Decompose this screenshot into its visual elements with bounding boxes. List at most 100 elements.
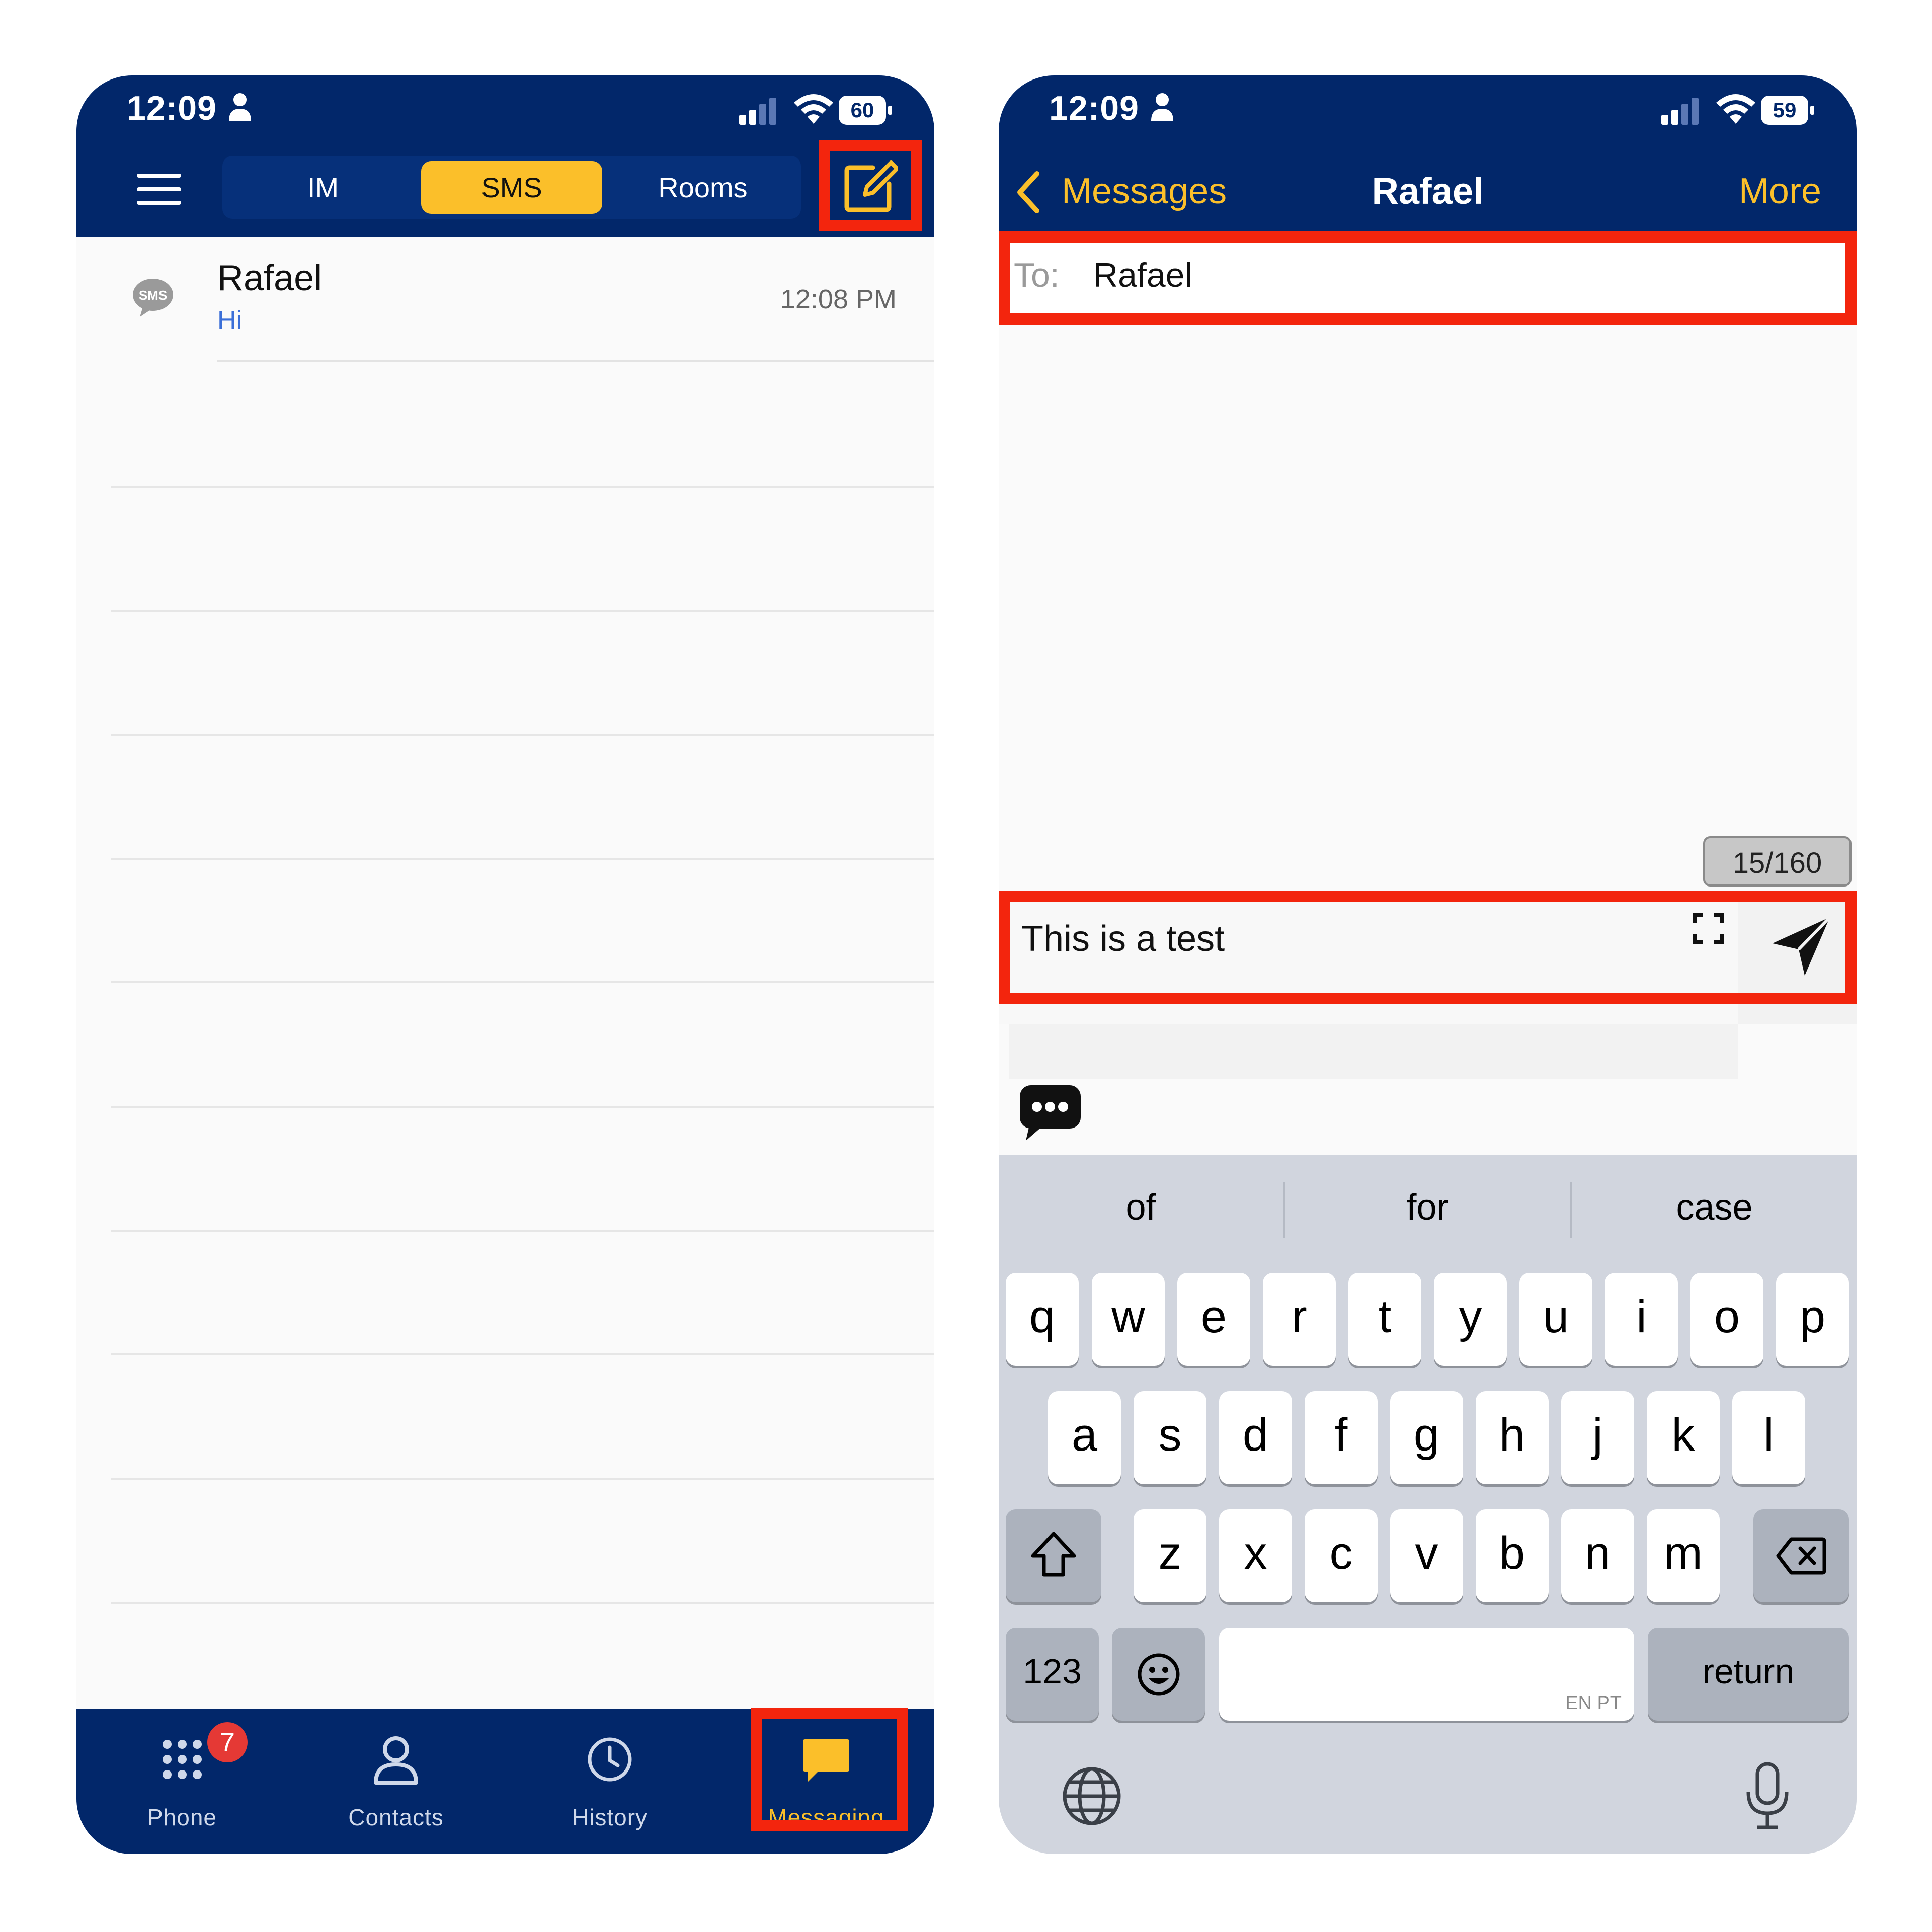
quick-replies-icon[interactable] [1019,1084,1082,1142]
emoji-key[interactable] [1112,1628,1205,1721]
key-b[interactable]: b [1476,1509,1549,1602]
conversation-list: SMS Rafael Hi 12:08 PM [76,237,934,439]
tab-im[interactable]: IM [232,161,414,214]
globe-icon[interactable] [1062,1766,1122,1826]
key-d[interactable]: d [1219,1391,1292,1484]
person-icon [1151,93,1173,121]
status-bar: 12:09 60 [76,75,934,141]
key-l[interactable]: l [1732,1391,1805,1484]
status-time: 12:09 [1049,89,1139,127]
battery-level: 60 [850,98,874,122]
input-padding [1009,1024,1738,1079]
row-divider [217,360,934,362]
row-divider [111,1602,934,1604]
conversation-item[interactable]: SMS Rafael Hi 12:08 PM [76,237,934,361]
key-r[interactable]: r [1263,1273,1336,1366]
key-z[interactable]: z [1134,1509,1206,1602]
key-y[interactable]: y [1434,1273,1507,1366]
shift-key[interactable] [1006,1509,1101,1602]
key-n[interactable]: n [1561,1509,1634,1602]
more-button[interactable]: More [1739,164,1821,219]
key-v[interactable]: v [1390,1509,1463,1602]
key-j[interactable]: j [1561,1391,1634,1484]
row-divider [111,1230,934,1232]
battery-indicator: 59 [1761,96,1816,125]
row-divider [111,981,934,983]
key-m[interactable]: m [1647,1509,1720,1602]
messaging-tab-highlight [751,1708,908,1831]
key-s[interactable]: s [1134,1391,1206,1484]
numbers-key[interactable]: 123 [1006,1628,1099,1721]
wifi-icon [1716,94,1755,124]
row-divider [111,1353,934,1355]
suggestion-divider [1570,1182,1572,1238]
key-c[interactable]: c [1305,1509,1378,1602]
compose-highlight [819,140,922,231]
key-p[interactable]: p [1776,1273,1849,1366]
row-divider [111,1106,934,1108]
tab-phone[interactable]: 7 Phone [107,1719,258,1850]
cellular-signal-icon [739,98,776,125]
key-w[interactable]: w [1092,1273,1165,1366]
suggestion-1[interactable]: of [999,1155,1283,1260]
row-divider [111,858,934,860]
backspace-key[interactable] [1753,1509,1849,1602]
wifi-icon [794,94,833,124]
key-e[interactable]: e [1177,1273,1250,1366]
row-divider [111,486,934,488]
row-divider [111,610,934,612]
person-icon [229,93,251,121]
chat-header: 12:09 59 Messages Rafael More [999,75,1857,231]
row-divider [111,1478,934,1480]
dialpad-icon [163,1740,202,1779]
return-key[interactable]: return [1648,1628,1849,1721]
status-time: 12:09 [127,89,217,127]
on-screen-keyboard: of for case q w e r t y u i o p a s d f … [999,1155,1857,1854]
shift-arrow-icon [1031,1532,1076,1577]
sms-badge-text: SMS [139,288,167,303]
key-f[interactable]: f [1305,1391,1378,1484]
tab-label: Phone [147,1804,217,1830]
new-sms-screen: 12:09 59 Messages Rafael More To: Rafael… [999,75,1857,1854]
page-title: Rafael [1372,170,1484,212]
hamburger-menu-icon[interactable] [137,174,181,205]
conversation-name: Rafael [217,258,323,298]
character-counter: 15/160 [1703,836,1852,887]
key-a[interactable]: a [1048,1391,1121,1484]
row-divider [111,734,934,736]
suggestion-divider [1283,1182,1285,1238]
key-g[interactable]: g [1390,1391,1463,1484]
suggestion-2[interactable]: for [1285,1155,1570,1260]
clock-icon [588,1737,632,1782]
status-bar: 12:09 59 [999,75,1857,141]
tab-sms[interactable]: SMS [421,161,602,214]
tab-rooms[interactable]: Rooms [612,161,793,214]
tab-history[interactable]: History [534,1719,685,1850]
suggestion-3[interactable]: case [1572,1155,1857,1260]
conversation-preview: Hi [217,306,243,335]
key-i[interactable]: i [1605,1273,1678,1366]
app-header: 12:09 60 IM SMS Rooms [76,75,934,237]
battery-level: 59 [1773,98,1797,122]
person-icon [374,1736,418,1785]
key-k[interactable]: k [1647,1391,1720,1484]
key-t[interactable]: t [1348,1273,1421,1366]
tab-label: Contacts [348,1804,444,1830]
space-bar[interactable]: EN PT [1219,1628,1634,1721]
key-u[interactable]: u [1519,1273,1592,1366]
cellular-signal-icon [1661,98,1699,125]
tab-contacts[interactable]: Contacts [320,1719,471,1850]
keyboard-language-label: EN PT [1565,1693,1622,1714]
missed-calls-badge: 7 [207,1722,248,1762]
key-h[interactable]: h [1476,1391,1549,1484]
key-x[interactable]: x [1219,1509,1292,1602]
compose-highlight [999,891,1857,1004]
recipient-highlight [999,231,1857,325]
backspace-icon [1776,1537,1826,1575]
emoji-icon [1138,1653,1180,1696]
key-o[interactable]: o [1691,1273,1763,1366]
microphone-icon[interactable] [1743,1761,1791,1831]
sms-bubble-icon: SMS [133,279,173,317]
key-q[interactable]: q [1006,1273,1079,1366]
conversation-time: 12:08 PM [780,284,897,314]
